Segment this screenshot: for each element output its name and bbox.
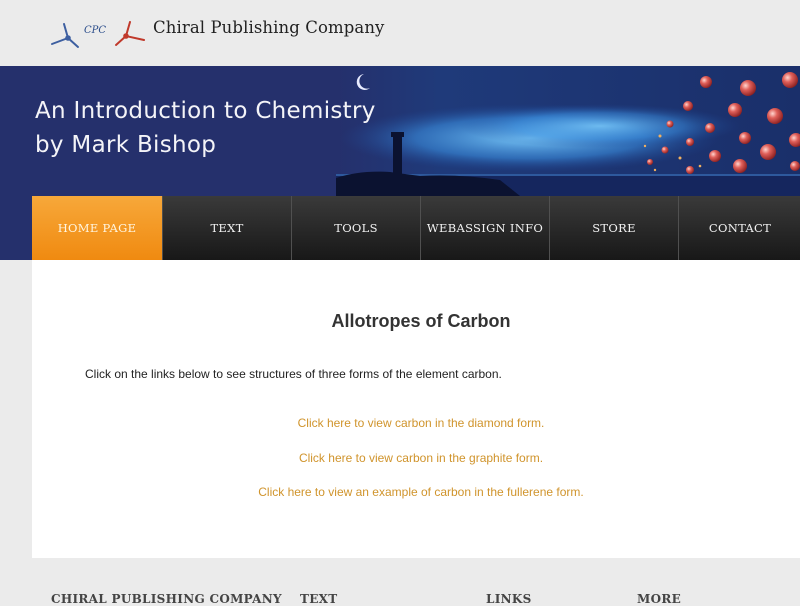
nav-item-webassign-info[interactable]: WEBASSIGN INFO — [420, 196, 549, 260]
graphite-form-link[interactable]: Click here to view carbon in the graphit… — [32, 451, 800, 465]
nav-item-tools[interactable]: TOOLS — [291, 196, 420, 260]
nav-item-store[interactable]: STORE — [549, 196, 678, 260]
banner-title-line1: An Introduction to Chemistry — [35, 98, 376, 124]
footer-heading-more: MORE — [637, 592, 682, 606]
diamond-form-link[interactable]: Click here to view carbon in the diamond… — [32, 416, 800, 430]
banner-title-line2: by Mark Bishop — [35, 132, 217, 158]
company-name[interactable]: Chiral Publishing Company — [153, 18, 384, 37]
main-navigation: HOME PAGE TEXT TOOLS WEBASSIGN INFO STOR… — [0, 196, 800, 260]
banner-title: An Introduction to Chemistry by Mark Bis… — [35, 94, 376, 162]
company-logo[interactable]: CPC — [44, 12, 154, 52]
nav-item-text[interactable]: TEXT — [162, 196, 291, 260]
footer-heading-company: CHIRAL PUBLISHING COMPANY — [51, 592, 282, 606]
site-header: CPC Chiral Publishing Company — [0, 0, 800, 66]
footer-heading-text: TEXT — [300, 592, 338, 606]
fullerene-form-link[interactable]: Click here to view an example of carbon … — [32, 485, 800, 499]
footer-heading-links: LINKS — [486, 592, 532, 606]
nav-item-home-page[interactable]: HOME PAGE — [32, 196, 162, 260]
page-title: Allotropes of Carbon — [331, 311, 511, 331]
nav-edge-fill — [0, 196, 32, 260]
intro-text: Click on the links below to see structur… — [85, 367, 502, 381]
site-footer: CHIRAL PUBLISHING COMPANY TEXT LINKS MOR… — [0, 558, 800, 606]
main-content: Allotropes of Carbon Click on the links … — [32, 260, 800, 558]
nav-item-contact[interactable]: CONTACT — [678, 196, 800, 260]
logo-abbreviation: CPC — [84, 25, 107, 36]
